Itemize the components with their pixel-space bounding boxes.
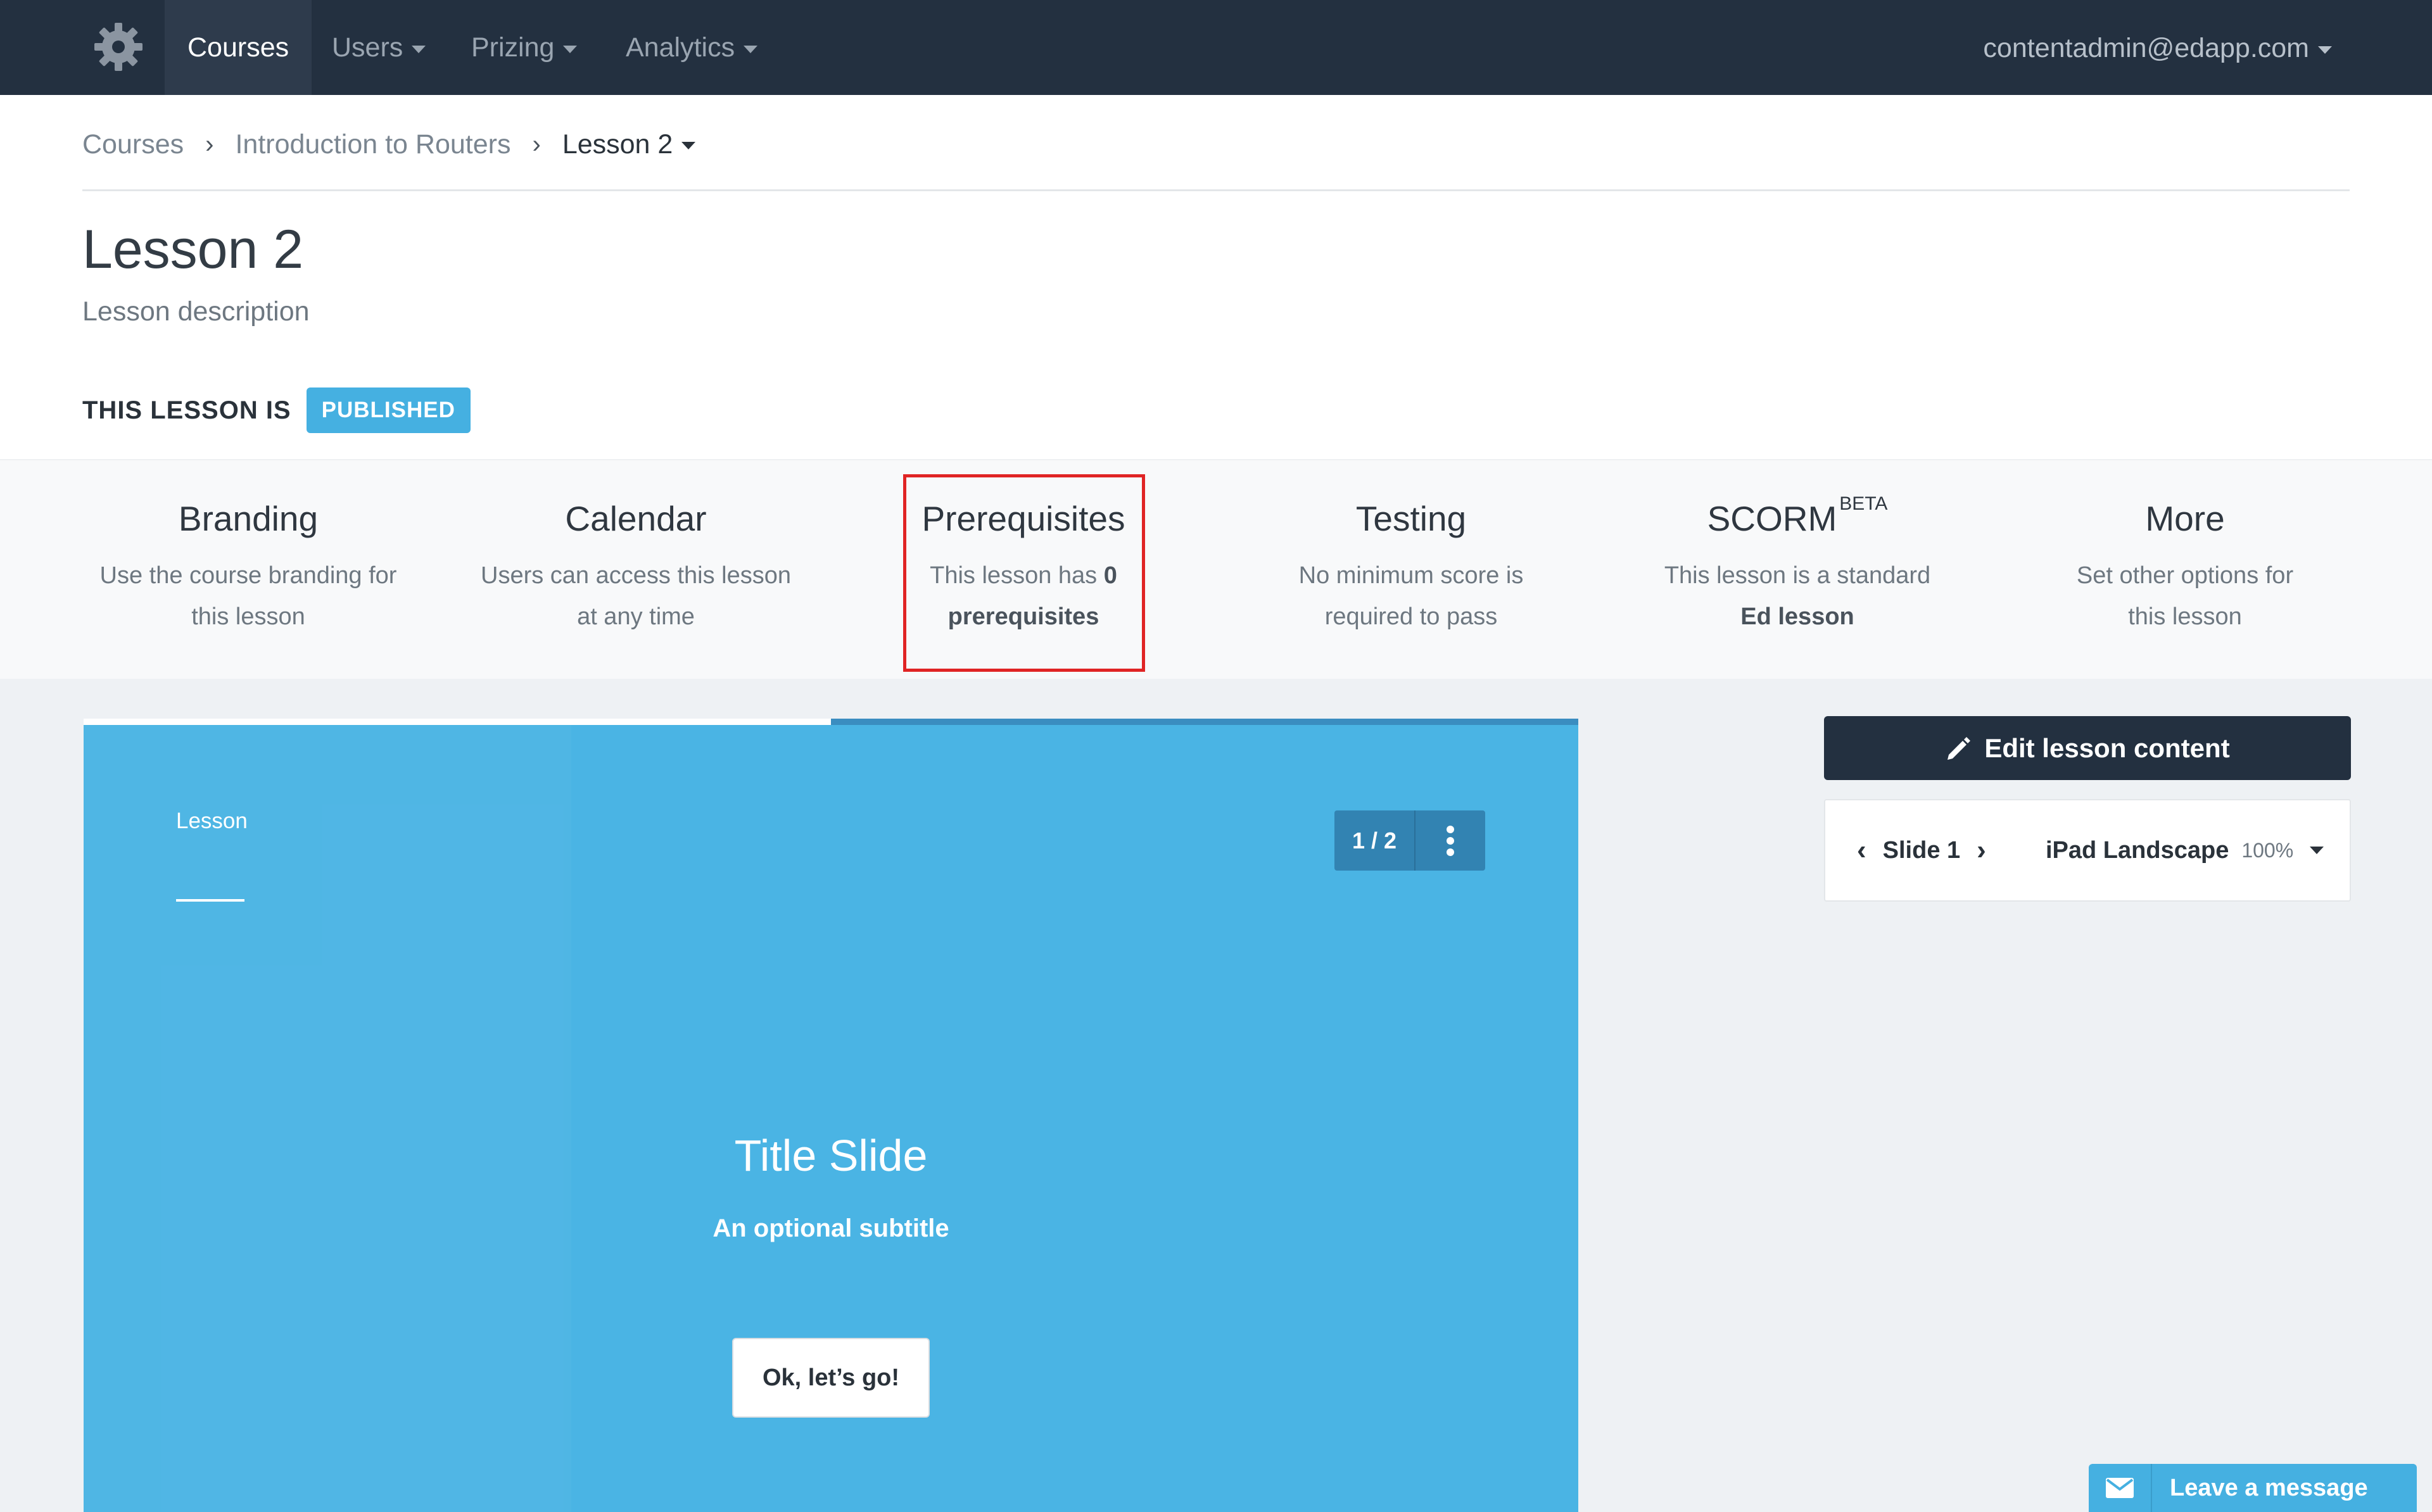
setting-desc-line2: Ed lesson bbox=[1620, 596, 1975, 638]
setting-desc-line2: this lesson bbox=[191, 603, 305, 630]
status-badge[interactable]: PUBLISHED bbox=[306, 387, 471, 433]
breadcrumb-course[interactable]: Introduction to Routers bbox=[235, 129, 510, 160]
setting-testing[interactable]: Testing No minimum score is required to … bbox=[1234, 460, 1588, 680]
setting-desc-line1: Users can access this lesson bbox=[481, 562, 791, 589]
slide-title: Title Slide bbox=[734, 1131, 928, 1180]
leave-message-button[interactable]: Leave a message bbox=[2089, 1464, 2417, 1512]
slide-counter: 1 / 2 bbox=[1334, 810, 1485, 871]
lesson-header: Courses › Introduction to Routers › Less… bbox=[0, 95, 2432, 459]
lesson-settings-strip: Branding Use the course branding for thi… bbox=[0, 459, 2432, 679]
setting-description: This lesson is a standard Ed lesson bbox=[1620, 555, 1975, 638]
setting-title: Testing bbox=[1355, 499, 1467, 538]
setting-desc-line2: this lesson bbox=[2128, 603, 2242, 630]
setting-desc-line2: required to pass bbox=[1324, 603, 1498, 630]
breadcrumb-separator: › bbox=[205, 130, 214, 158]
slide-counter-text: 1 / 2 bbox=[1334, 810, 1416, 871]
caret-down-icon bbox=[412, 45, 426, 53]
device-label: iPad Landscape bbox=[2046, 836, 2229, 864]
page-title: Lesson 2 bbox=[82, 219, 304, 280]
beta-tag: BETA bbox=[1839, 493, 1888, 514]
slide-cta-button[interactable]: Ok, let’s go! bbox=[732, 1338, 930, 1418]
setting-calendar[interactable]: Calendar Users can access this lesson at… bbox=[459, 460, 813, 680]
slide-navigator: ‹ Slide 1 › iPad Landscape 100% bbox=[1824, 799, 2351, 902]
slide-preview[interactable]: Lesson 1 / 2 Title Slide An optional sub… bbox=[84, 719, 1578, 1512]
setting-title-text: SCORM bbox=[1707, 499, 1837, 538]
user-email: contentadmin@edapp.com bbox=[1983, 33, 2309, 63]
slide-selector[interactable]: ‹ Slide 1 › bbox=[1857, 800, 1986, 900]
nav-users-label: Users bbox=[332, 32, 403, 63]
setting-desc-line1: Use the course branding for bbox=[99, 562, 397, 589]
slide-subtitle: An optional subtitle bbox=[712, 1214, 949, 1242]
caret-down-icon bbox=[2318, 46, 2332, 54]
setting-scorm[interactable]: SCORM BETA This lesson is a standard Ed l… bbox=[1620, 460, 1975, 680]
setting-description: Set other options for this lesson bbox=[2008, 555, 2362, 638]
slide-label: Lesson bbox=[176, 809, 248, 833]
top-navbar: Courses Users Prizing Analytics contenta… bbox=[0, 0, 2432, 95]
progress-fill bbox=[84, 719, 831, 725]
breadcrumb-courses[interactable]: Courses bbox=[82, 129, 184, 160]
setting-title: More bbox=[2145, 499, 2225, 538]
nav-prizing-label: Prizing bbox=[471, 32, 555, 63]
caret-down-icon bbox=[563, 45, 578, 53]
setting-title: SCORM BETA bbox=[1620, 493, 1975, 539]
user-menu[interactable]: contentadmin@edapp.com bbox=[1983, 0, 2332, 95]
gear-icon[interactable] bbox=[92, 20, 145, 73]
slide-label-current: Slide 1 bbox=[1882, 836, 1961, 864]
edit-lesson-content-button[interactable]: Edit lesson content bbox=[1824, 716, 2351, 780]
chevron-right-icon[interactable]: › bbox=[1977, 835, 1986, 866]
setting-title: Branding bbox=[178, 499, 319, 538]
preview-shade bbox=[84, 725, 571, 1512]
lesson-description: Lesson description bbox=[82, 296, 310, 327]
setting-desc-line1: No minimum score is bbox=[1298, 562, 1524, 589]
setting-description: Users can access this lesson at any time bbox=[459, 555, 813, 638]
breadcrumb-separator: › bbox=[532, 130, 541, 158]
setting-desc-line1: Set other options for bbox=[2076, 562, 2294, 589]
header-divider bbox=[82, 189, 2350, 191]
mail-icon bbox=[2089, 1464, 2152, 1512]
edit-lesson-label: Edit lesson content bbox=[1984, 733, 2230, 763]
zoom-level: 100% bbox=[2241, 838, 2294, 862]
caret-down-icon bbox=[744, 45, 758, 53]
status-row: THIS LESSON IS PUBLISHED bbox=[82, 387, 471, 433]
setting-desc-line2: at any time bbox=[577, 603, 695, 630]
nav-prizing[interactable]: Prizing bbox=[471, 0, 578, 95]
setting-title: Calendar bbox=[565, 499, 707, 538]
setting-description: Use the course branding for this lesson bbox=[71, 555, 426, 638]
caret-down-icon bbox=[2310, 847, 2324, 854]
caret-down-icon bbox=[681, 142, 696, 150]
nav-analytics-label: Analytics bbox=[626, 32, 735, 63]
chevron-left-icon[interactable]: ‹ bbox=[1857, 835, 1866, 866]
breadcrumb-current-lesson[interactable]: Lesson 2 bbox=[562, 129, 696, 160]
nav-users[interactable]: Users bbox=[332, 0, 426, 95]
nav-courses-label: Courses bbox=[187, 32, 289, 63]
breadcrumb: Courses › Introduction to Routers › Less… bbox=[82, 125, 696, 163]
setting-desc-line1: This lesson is a standard bbox=[1664, 562, 1931, 589]
slide-label-underline bbox=[176, 899, 244, 902]
more-vertical-icon[interactable] bbox=[1416, 810, 1485, 871]
device-selector[interactable]: iPad Landscape 100% bbox=[2046, 800, 2324, 900]
leave-message-label: Leave a message bbox=[2170, 1474, 2368, 1501]
status-label: THIS LESSON IS bbox=[82, 396, 291, 424]
setting-desc-line2-bold: Ed lesson bbox=[1740, 603, 1854, 630]
setting-branding[interactable]: Branding Use the course branding for thi… bbox=[71, 460, 426, 680]
nav-analytics[interactable]: Analytics bbox=[626, 0, 758, 95]
nav-courses[interactable]: Courses bbox=[165, 0, 312, 95]
breadcrumb-current-label: Lesson 2 bbox=[562, 129, 673, 160]
pencil-icon bbox=[1948, 736, 1971, 760]
setting-description: No minimum score is required to pass bbox=[1234, 555, 1588, 638]
setting-more[interactable]: More Set other options for this lesson bbox=[2008, 460, 2362, 680]
highlight-box bbox=[903, 474, 1145, 672]
progress-bar bbox=[84, 719, 1578, 725]
